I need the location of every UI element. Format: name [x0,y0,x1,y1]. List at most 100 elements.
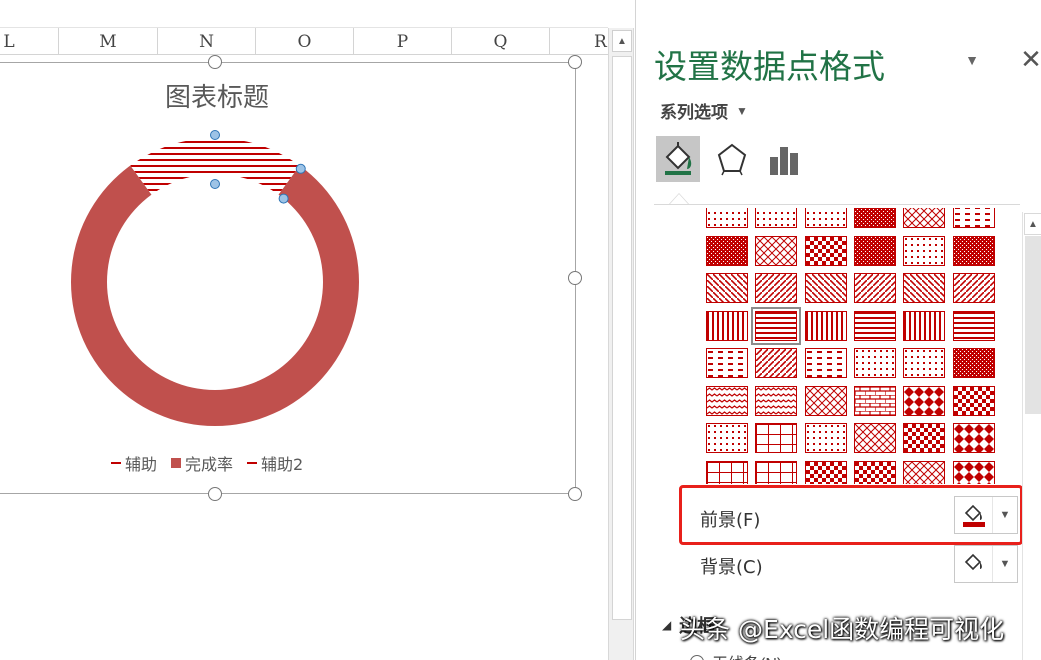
legend-item[interactable]: 辅助2 [247,451,303,475]
pattern-swatch[interactable] [903,460,946,484]
chevron-down-icon[interactable]: ▼ [993,509,1017,521]
pattern-swatch[interactable] [903,235,946,266]
legend-box-marker [171,458,182,468]
chart-object[interactable]: 图表标题 辅助 完成率 辅助2 [0,62,576,494]
pattern-swatch[interactable] [853,310,896,341]
pattern-swatch[interactable] [952,423,995,453]
column-header-o[interactable]: O [256,28,354,55]
pattern-swatch[interactable] [853,208,896,228]
series-options-icon[interactable] [762,136,806,182]
resize-handle-bottom[interactable] [208,487,222,501]
pattern-swatch[interactable] [903,310,946,341]
donut-slice-completion[interactable] [70,165,359,427]
resize-handle-top[interactable] [208,55,222,69]
pattern-swatch[interactable] [706,423,748,453]
resize-handle-right[interactable] [568,271,582,285]
pattern-swatch[interactable] [706,208,748,228]
column-header-p[interactable]: P [354,28,452,55]
pattern-swatch[interactable] [804,423,847,453]
pattern-swatch[interactable] [952,385,995,416]
pattern-swatch[interactable] [804,310,847,341]
pattern-swatch-preview [904,236,945,265]
background-color-picker[interactable]: ▼ [954,545,1018,583]
pattern-swatch[interactable] [755,208,798,228]
data-point-selection-handle[interactable] [210,179,220,189]
effects-icon[interactable] [710,136,754,182]
pattern-gallery[interactable] [706,208,1002,484]
pattern-swatch[interactable] [755,348,798,378]
pane-options-chevron-icon[interactable]: ▼ [962,50,982,70]
data-point-selection-handle[interactable] [210,130,220,140]
tab-divider [654,204,1020,205]
pattern-swatch[interactable] [706,460,748,484]
legend-label: 完成率 [185,455,234,474]
pattern-swatch-preview [854,208,895,227]
pattern-swatch[interactable] [853,423,896,453]
column-header-n[interactable]: N [158,28,256,55]
legend-item[interactable]: 辅助 [111,451,157,475]
column-header-m[interactable]: M [59,28,158,55]
pattern-swatch[interactable] [853,273,896,303]
pattern-swatch[interactable] [853,348,896,378]
pattern-swatch-preview [756,424,797,452]
foreground-label: 前景(F) [700,510,761,531]
pattern-swatch-preview [805,274,846,302]
pattern-swatch[interactable] [952,348,995,378]
pattern-swatch[interactable] [952,460,995,484]
pattern-swatch-preview [756,349,797,377]
pattern-swatch[interactable] [903,348,946,378]
scroll-thumb[interactable] [612,56,632,620]
pattern-swatch[interactable] [804,460,847,484]
pattern-swatch-preview [854,349,895,377]
pattern-swatch[interactable] [952,208,995,228]
column-header-q[interactable]: Q [452,28,550,55]
column-header-l[interactable]: L [0,28,59,55]
data-point-selection-handle[interactable] [295,163,306,174]
data-point-selection-handle[interactable] [278,193,289,204]
pattern-swatch[interactable] [804,273,847,303]
pattern-swatch[interactable] [952,235,995,266]
pattern-swatch[interactable] [706,385,748,416]
pattern-swatch-preview [756,311,797,340]
pattern-swatch[interactable] [804,208,847,228]
pattern-swatch[interactable] [755,460,798,484]
foreground-color-picker[interactable]: ▼ [954,496,1018,534]
pattern-swatch[interactable] [804,348,847,378]
pattern-swatch[interactable] [952,273,995,303]
pane-vertical-scrollbar[interactable]: ▲ [1022,212,1041,660]
scroll-up-icon[interactable]: ▲ [612,30,632,52]
pattern-swatch[interactable] [952,310,995,341]
scroll-up-icon[interactable]: ▲ [1024,213,1041,235]
pattern-swatch[interactable] [706,310,748,341]
worksheet-area[interactable]: L M N O P Q R 图表标题 辅助 完成率 辅助2 [0,0,648,660]
pattern-swatch[interactable] [755,385,798,416]
pattern-swatch[interactable] [706,348,748,378]
pattern-swatch[interactable] [706,235,748,266]
pattern-swatch[interactable] [755,235,798,266]
pattern-swatch[interactable] [853,385,896,416]
resize-handle-bottom-right[interactable] [568,487,582,501]
scroll-thumb[interactable] [1025,236,1041,414]
chart-legend[interactable]: 辅助 完成率 辅助2 [111,451,303,475]
pattern-swatch[interactable] [903,385,946,416]
pattern-swatch[interactable] [903,208,946,228]
resize-handle-top-right[interactable] [568,55,582,69]
radio-button[interactable] [690,655,704,660]
sheet-vertical-scrollbar[interactable]: ▲ [608,28,634,660]
fill-line-icon[interactable] [656,136,700,182]
pattern-swatch[interactable] [751,306,802,345]
pattern-swatch[interactable] [853,460,896,484]
pattern-swatch[interactable] [903,273,946,303]
no-line-option[interactable]: 无线条(N) [690,650,782,660]
legend-item[interactable]: 完成率 [171,451,233,475]
pattern-swatch[interactable] [706,273,748,303]
pattern-swatch[interactable] [853,235,896,266]
pattern-swatch[interactable] [804,235,847,266]
chevron-down-icon[interactable]: ▼ [993,558,1017,570]
pattern-swatch[interactable] [903,423,946,453]
pattern-swatch[interactable] [755,273,798,303]
series-options-dropdown[interactable]: 系列选项 ▼ [660,98,748,123]
pattern-swatch[interactable] [804,385,847,416]
close-icon[interactable]: ✕ [1019,44,1041,74]
pattern-swatch[interactable] [755,423,798,453]
